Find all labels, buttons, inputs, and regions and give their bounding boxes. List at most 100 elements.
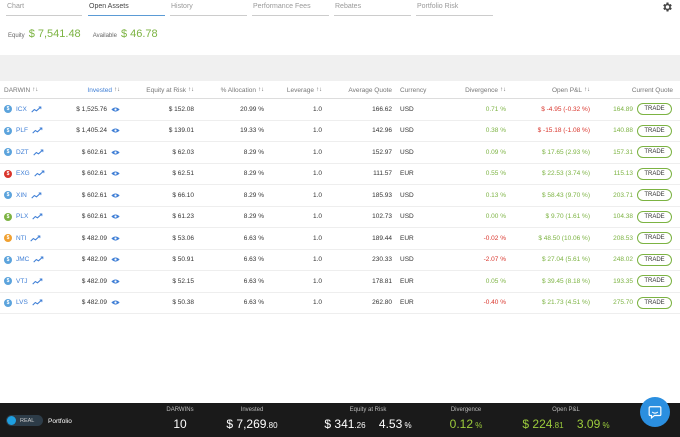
currency-value: USD: [400, 256, 414, 264]
trend-line-icon[interactable]: [33, 256, 44, 263]
trend-line-icon[interactable]: [32, 213, 43, 220]
invested-value: $ 602.61: [81, 148, 107, 156]
real-demo-toggle[interactable]: REAL: [6, 415, 43, 426]
leverage-value: 1.0: [312, 105, 322, 113]
footer-divergence-main: 0.12: [449, 417, 473, 431]
darwin-ticker[interactable]: PLF: [16, 127, 28, 134]
leverage-value: 1.0: [312, 148, 322, 156]
currency-value: USD: [400, 105, 414, 113]
darwin-ticker[interactable]: EXG: [16, 170, 30, 177]
footer-divergence-value: 0.12 %: [440, 417, 492, 431]
col-invested[interactable]: Invested ↑↓: [60, 82, 120, 98]
allocation-value: 6.63 %: [243, 277, 264, 285]
darwin-ticker[interactable]: XIN: [16, 192, 27, 199]
tab-portfolio-risk[interactable]: Portfolio Risk: [416, 3, 493, 16]
col-label: Leverage: [286, 86, 314, 94]
open-pl-value: $ 21.73 (4.51 %): [541, 299, 590, 307]
darwin-ticker[interactable]: PLX: [16, 213, 28, 220]
divergence-value: -2.07 %: [483, 256, 506, 264]
currency-value: EUR: [400, 277, 414, 285]
average-quote-value: 111.57: [373, 170, 392, 178]
col-current-quote: Current Quote: [600, 82, 673, 98]
trade-button[interactable]: TRADE: [637, 146, 672, 159]
darwin-ticker[interactable]: NTI: [16, 235, 26, 242]
footer-equity-cents: .26: [354, 421, 366, 430]
trend-line-icon[interactable]: [32, 299, 43, 306]
trend-line-icon[interactable]: [34, 170, 45, 177]
invested-cell: $ 482.09: [60, 228, 120, 249]
col-average-quote: Average Quote: [322, 82, 392, 98]
tab-history[interactable]: History: [170, 3, 247, 16]
col-leverage[interactable]: Leverage ↑↓: [264, 82, 322, 98]
trade-button[interactable]: TRADE: [637, 189, 672, 202]
allocation-value: 6.63 %: [243, 234, 264, 242]
trend-line-icon[interactable]: [32, 127, 43, 134]
eye-icon[interactable]: [111, 149, 120, 156]
eye-icon[interactable]: [111, 192, 120, 199]
tab-open-assets[interactable]: Open Assets: [88, 3, 165, 16]
col-equity-at-risk[interactable]: Equity at Risk ↑↓: [120, 82, 194, 98]
portfolio-label: Portfolio: [48, 418, 72, 425]
trade-button[interactable]: TRADE: [637, 103, 672, 116]
footer-divergence-unit: %: [473, 421, 483, 430]
currency-value: USD: [400, 127, 414, 135]
open-pl-value: $ -15.18 (-1.08 %): [537, 127, 590, 135]
divider-band: [0, 55, 680, 81]
footer-invested-label: Invested: [240, 407, 264, 413]
trend-line-icon[interactable]: [31, 192, 42, 199]
col-divergence[interactable]: Divergence ↑↓: [450, 82, 506, 98]
open-pl-value: $ 27.04 (5.61 %): [541, 256, 590, 264]
tab-label: History: [171, 3, 193, 10]
eye-icon[interactable]: [111, 278, 120, 285]
footer-invested-main: $ 7,269: [226, 417, 267, 431]
chat-button[interactable]: [640, 397, 670, 427]
tab-chart[interactable]: Chart: [6, 3, 82, 16]
trade-cell: TRADE: [637, 164, 675, 185]
trade-cell: TRADE: [637, 121, 675, 142]
currency-value: EUR: [400, 170, 414, 178]
trade-button[interactable]: TRADE: [637, 232, 672, 245]
open-pl-value: $ 9.70 (1.61 %): [545, 213, 590, 221]
trade-button[interactable]: TRADE: [637, 296, 672, 309]
currency-value: USD: [400, 213, 414, 221]
tab-performance-fees[interactable]: Performance Fees: [252, 3, 329, 16]
col-darwin[interactable]: DARWIN ↑↓: [4, 82, 64, 98]
eye-icon[interactable]: [111, 299, 120, 306]
darwin-cell: $ NTI: [4, 228, 64, 249]
equity-at-risk-value: $ 52.15: [172, 277, 194, 285]
eye-icon[interactable]: [111, 235, 120, 242]
eye-icon[interactable]: [111, 127, 120, 134]
darwin-ticker[interactable]: DZT: [16, 149, 29, 156]
trade-button[interactable]: TRADE: [637, 253, 672, 266]
trade-button[interactable]: TRADE: [637, 210, 672, 223]
leverage-value: 1.0: [312, 299, 322, 307]
eye-icon[interactable]: [111, 106, 120, 113]
trend-line-icon[interactable]: [30, 235, 41, 242]
tab-rebates[interactable]: Rebates: [334, 3, 411, 16]
darwin-ticker[interactable]: ICX: [16, 106, 27, 113]
darwin-ticker[interactable]: LVS: [16, 299, 28, 306]
table-row: $ NTI $ 482.09 $ 53.06 6.63 % 1.0 189.44…: [0, 228, 680, 250]
leverage-value: 1.0: [312, 127, 322, 135]
current-quote-value: 208.53: [613, 234, 633, 242]
trend-line-icon[interactable]: [31, 106, 42, 113]
darwin-ticker[interactable]: VTJ: [16, 278, 28, 285]
eye-icon[interactable]: [111, 256, 120, 263]
trend-line-icon[interactable]: [32, 149, 44, 156]
trade-button[interactable]: TRADE: [637, 275, 672, 288]
invested-cell: $ 1,525.76: [60, 99, 120, 120]
dollar-coin-icon: $: [4, 212, 12, 221]
darwin-ticker[interactable]: JMC: [16, 256, 29, 263]
gear-icon[interactable]: [661, 1, 673, 13]
current-quote-value: 248.02: [613, 256, 633, 264]
eye-icon[interactable]: [111, 213, 120, 220]
col-open-pl[interactable]: Open P&L ↑↓: [510, 82, 590, 98]
dollar-coin-icon: $: [4, 126, 12, 135]
trade-button[interactable]: TRADE: [637, 167, 672, 180]
invested-value: $ 482.09: [81, 277, 107, 285]
trend-line-icon[interactable]: [31, 278, 43, 285]
trade-button[interactable]: TRADE: [637, 124, 672, 137]
open-pl-value: $ 22.53 (3.74 %): [541, 170, 590, 178]
eye-icon[interactable]: [111, 170, 120, 177]
col-allocation[interactable]: % Allocation ↑↓: [200, 82, 264, 98]
